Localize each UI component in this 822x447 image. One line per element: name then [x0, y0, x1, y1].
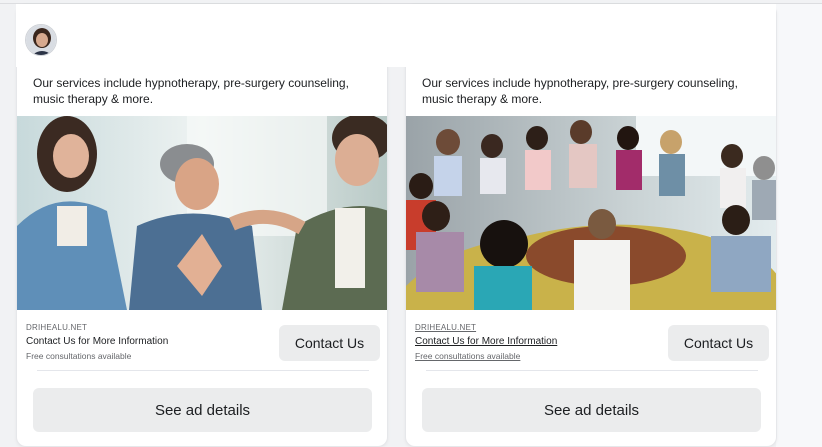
right-gutter [776, 4, 822, 447]
card-divider [37, 370, 369, 371]
ad-image[interactable] [17, 116, 387, 310]
see-ad-details-button[interactable]: See ad details [422, 388, 761, 432]
profile-avatar-icon[interactable] [25, 24, 57, 56]
link-headline[interactable]: Contact Us for More Information [26, 336, 168, 347]
ad-image[interactable] [406, 116, 776, 310]
ad-photo-group [406, 116, 776, 310]
ad-photo-friends [17, 116, 387, 310]
contact-us-button[interactable]: Contact Us [668, 325, 769, 361]
link-domain: DRIHEALU.NET [26, 323, 88, 332]
ad-body-text: Our services include hypnotherapy, pre-s… [422, 76, 738, 106]
ad-card-2: Our services include hypnotherapy, pre-s… [405, 4, 777, 447]
advertiser-header-band [16, 4, 776, 67]
link-domain: DRIHEALU.NET [415, 323, 477, 332]
see-ad-details-button[interactable]: See ad details [33, 388, 372, 432]
card-divider [426, 370, 758, 371]
ad-card-1: Our services include hypnotherapy, pre-s… [16, 4, 388, 447]
link-description: Free consultations available [415, 351, 521, 361]
contact-us-button[interactable]: Contact Us [279, 325, 380, 361]
link-description: Free consultations available [26, 351, 132, 361]
link-headline[interactable]: Contact Us for More Information [415, 336, 557, 347]
ad-body-text: Our services include hypnotherapy, pre-s… [33, 76, 349, 106]
